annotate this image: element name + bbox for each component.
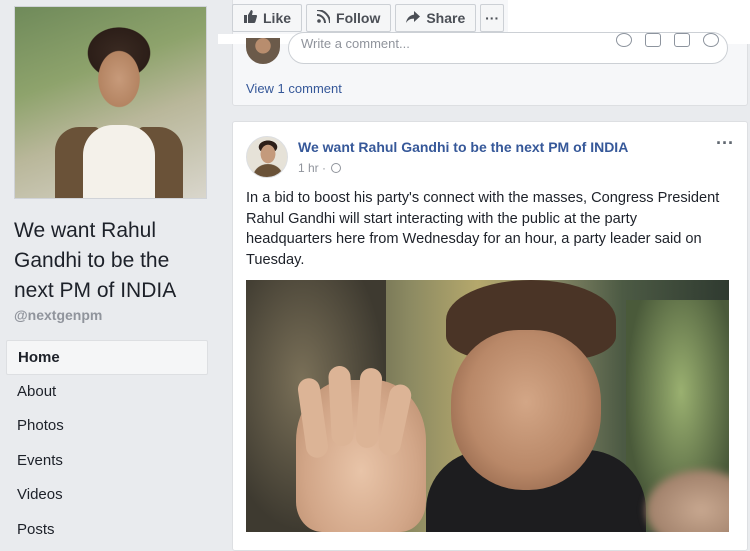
post-text: In a bid to boost his party's connect wi… (246, 190, 720, 268)
page-action-bar: Like Follow Share ··· (232, 4, 508, 34)
share-button[interactable]: Share (395, 4, 477, 32)
rss-icon (316, 9, 332, 26)
follow-button[interactable]: Follow (306, 4, 392, 32)
photo-finger (327, 365, 355, 447)
photo-shirt (83, 125, 155, 198)
thumbs-up-icon (243, 10, 258, 26)
nav-item-events[interactable]: Events (6, 444, 208, 479)
like-button[interactable]: Like (232, 4, 303, 32)
post-menu-button[interactable]: ··· (716, 133, 734, 154)
page-handle[interactable]: @nextgenpm (14, 307, 102, 323)
share-label: Share (426, 10, 466, 26)
emoji-icon[interactable] (616, 33, 632, 47)
more-options-button[interactable]: ··· (480, 4, 504, 32)
page-title: We want Rahul Gandhi to be the next PM o… (14, 219, 177, 302)
post-timestamp: 1 hr · (298, 161, 342, 175)
comment-placeholder: Write a comment... (301, 36, 410, 51)
nav-item-photos[interactable]: Photos (6, 409, 208, 444)
nav-item-home[interactable]: Home (6, 340, 208, 375)
post-author-link[interactable]: We want Rahul Gandhi to be the next PM o… (298, 139, 628, 155)
comment-input[interactable]: Write a comment... (288, 32, 728, 64)
post-author-avatar[interactable] (246, 136, 288, 178)
nav-item-about[interactable]: About (6, 375, 208, 410)
page-nav: Home About Photos Events Videos Posts (6, 340, 208, 547)
sticker-icon[interactable] (703, 33, 719, 47)
page-profile-photo[interactable] (14, 6, 207, 199)
view-comments-link[interactable]: View 1 comment (246, 81, 342, 96)
follow-label: Follow (336, 10, 381, 26)
photo-face (451, 330, 601, 490)
nav-item-videos[interactable]: Videos (6, 478, 208, 513)
commenter-avatar (246, 38, 280, 64)
like-label: Like (263, 10, 292, 26)
post-photo[interactable] (246, 280, 729, 532)
page-sidebar: We want Rahul Gandhi to be the next PM o… (0, 0, 222, 539)
camera-icon[interactable] (645, 33, 661, 47)
comment-tools (616, 33, 719, 47)
nav-item-posts[interactable]: Posts (6, 513, 208, 548)
gif-icon[interactable] (674, 33, 690, 47)
post-time[interactable]: 1 hr · (298, 161, 326, 175)
share-arrow-icon (406, 10, 421, 26)
comment-composer: Write a comment... (246, 32, 730, 66)
globe-icon (331, 163, 342, 173)
